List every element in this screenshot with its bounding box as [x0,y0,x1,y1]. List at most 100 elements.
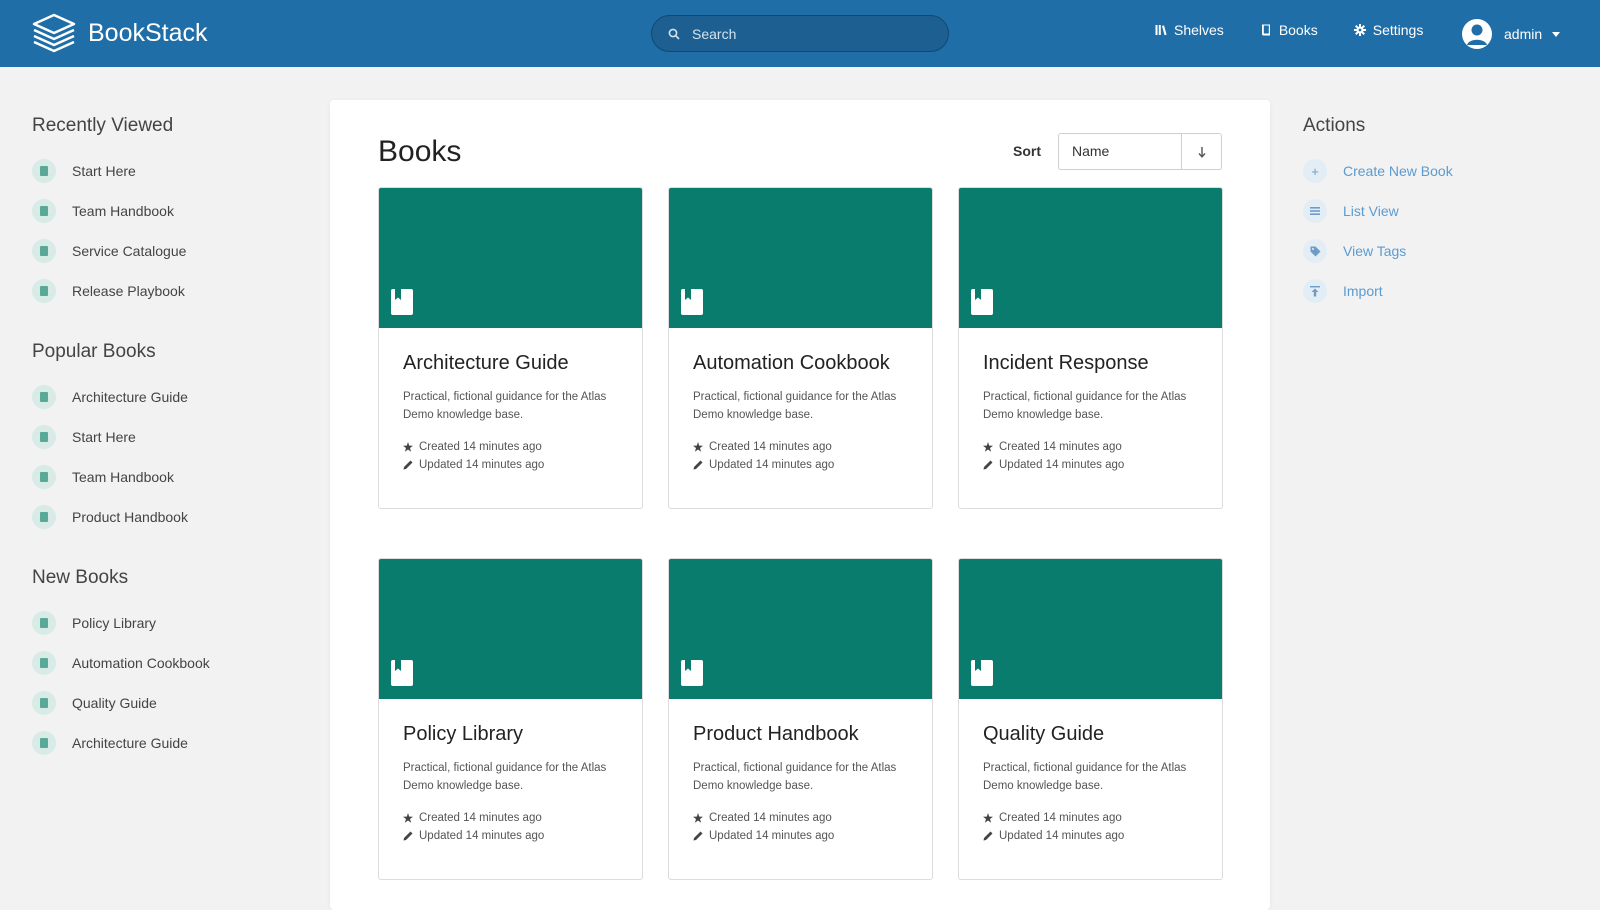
action-label: List View [1343,203,1399,219]
book-icon [971,660,993,686]
book-description: Practical, fictional guidance for the At… [983,762,1187,792]
recently-viewed-section: Recently Viewed Start Here Team Handbook… [32,115,312,315]
nav-books[interactable]: Books [1260,22,1318,38]
book-card-body: Product Handbook Practical, fictional gu… [669,699,932,869]
book-title: Incident Response [983,352,1149,374]
book-card[interactable]: Policy Library Practical, fictional guid… [378,558,643,880]
list-item-label: Architecture Guide [72,389,188,405]
book-card[interactable]: Quality Guide Practical, fictional guida… [958,558,1223,880]
book-card[interactable]: Architecture Guide Practical, fictional … [378,187,643,509]
nav-shelves[interactable]: Shelves [1155,22,1224,38]
book-grid: Architecture Guide Practical, fictional … [378,187,1223,880]
book-title: Quality Guide [983,723,1105,745]
avatar [1462,19,1492,49]
book-title: Policy Library [403,723,524,745]
import-glyph [1310,285,1320,296]
created-text: Created 14 minutes ago [999,441,1122,453]
pencil-icon [403,831,413,841]
book-title: Architecture Guide [403,352,569,374]
book-icon [32,651,56,675]
sort-select[interactable]: Name [1059,134,1181,169]
gear-icon [1353,24,1366,36]
sort-control: Name [1058,133,1222,170]
nav-settings[interactable]: Settings [1353,22,1424,38]
list-item[interactable]: Architecture Guide [32,719,312,767]
pencil-icon [983,831,993,841]
search-bar[interactable] [651,15,949,52]
updated-text: Updated 14 minutes ago [419,459,545,471]
book-cover [379,559,642,699]
star-icon [983,442,993,452]
book-description: Practical, fictional guidance for the At… [693,762,897,792]
updated-meta: Updated 14 minutes ago [403,827,618,845]
created-text: Created 14 minutes ago [419,812,542,824]
plus-icon: + [1303,159,1327,183]
list-item-label: Release Playbook [72,283,185,299]
created-text: Created 14 minutes ago [709,812,832,824]
book-description: Practical, fictional guidance for the At… [693,391,897,421]
book-card-body: Architecture Guide Practical, fictional … [379,328,642,498]
created-text: Created 14 minutes ago [999,812,1122,824]
book-card-body: Quality Guide Practical, fictional guida… [959,699,1222,869]
book-cover [669,188,932,328]
shelves-icon [1155,25,1167,36]
user-avatar-icon [1467,24,1487,45]
list-item-label: Automation Cookbook [72,655,210,671]
book-cover [959,188,1222,328]
book-card-body: Incident Response Practical, fictional g… [959,328,1222,498]
tag-icon [1303,239,1327,263]
logo-link[interactable]: BookStack [32,13,208,53]
bookstack-logo-icon [32,13,76,53]
top-header: BookStack Shelves Books [0,0,1600,67]
section-title: Actions [1303,115,1366,136]
import-icon [1303,279,1327,303]
list-glyph [1310,207,1320,215]
star-icon [693,813,703,823]
book-description: Practical, fictional guidance for the At… [403,391,607,421]
created-text: Created 14 minutes ago [709,441,832,453]
book-icon [32,385,56,409]
right-sidebar: Actions + Create New Book List View View… [1303,115,1563,315]
updated-text: Updated 14 minutes ago [709,830,835,842]
book-card[interactable]: Automation Cookbook Practical, fictional… [668,187,933,509]
search-input[interactable] [692,25,932,42]
list-item-label: Start Here [72,429,136,445]
sort-label: Sort [1013,143,1041,159]
updated-meta: Updated 14 minutes ago [983,456,1198,474]
app-name: BookStack [88,18,208,47]
book-icon [681,289,703,315]
pencil-icon [403,460,413,470]
book-cover [959,559,1222,699]
sort-direction-button[interactable] [1181,134,1221,169]
pencil-icon [983,460,993,470]
list-item[interactable]: Release Playbook [32,267,312,315]
user-menu[interactable]: admin [1462,19,1561,49]
list-item-label: Quality Guide [72,695,157,711]
book-card[interactable]: Product Handbook Practical, fictional gu… [668,558,933,880]
created-meta: Created 14 minutes ago [983,438,1198,456]
book-icon [32,279,56,303]
list-item-label: Policy Library [72,615,157,631]
section-title: New Books [32,567,129,588]
book-icon [32,691,56,715]
left-sidebar: Recently Viewed Start Here Team Handbook… [32,115,312,793]
book-icon [391,660,413,686]
book-card[interactable]: Incident Response Practical, fictional g… [958,187,1223,509]
book-icon [32,731,56,755]
list-item-label: Team Handbook [72,203,174,219]
book-icon [32,159,56,183]
list-icon [1303,199,1327,223]
book-description: Practical, fictional guidance for the At… [403,762,607,792]
list-item[interactable]: Product Handbook [32,493,312,541]
book-icon [32,505,56,529]
book-description: Practical, fictional guidance for the At… [983,391,1187,421]
book-cover [669,559,932,699]
action-label: Import [1343,283,1383,299]
pencil-icon [693,460,703,470]
books-panel: Books Sort Name Architecture Guide Pract… [330,100,1270,910]
nav-settings-label: Settings [1372,22,1424,38]
header-nav: Shelves Books Settings [1155,22,1459,38]
star-icon [403,813,413,823]
import-button[interactable]: Import [1303,267,1563,315]
list-item-label: Team Handbook [72,469,174,485]
